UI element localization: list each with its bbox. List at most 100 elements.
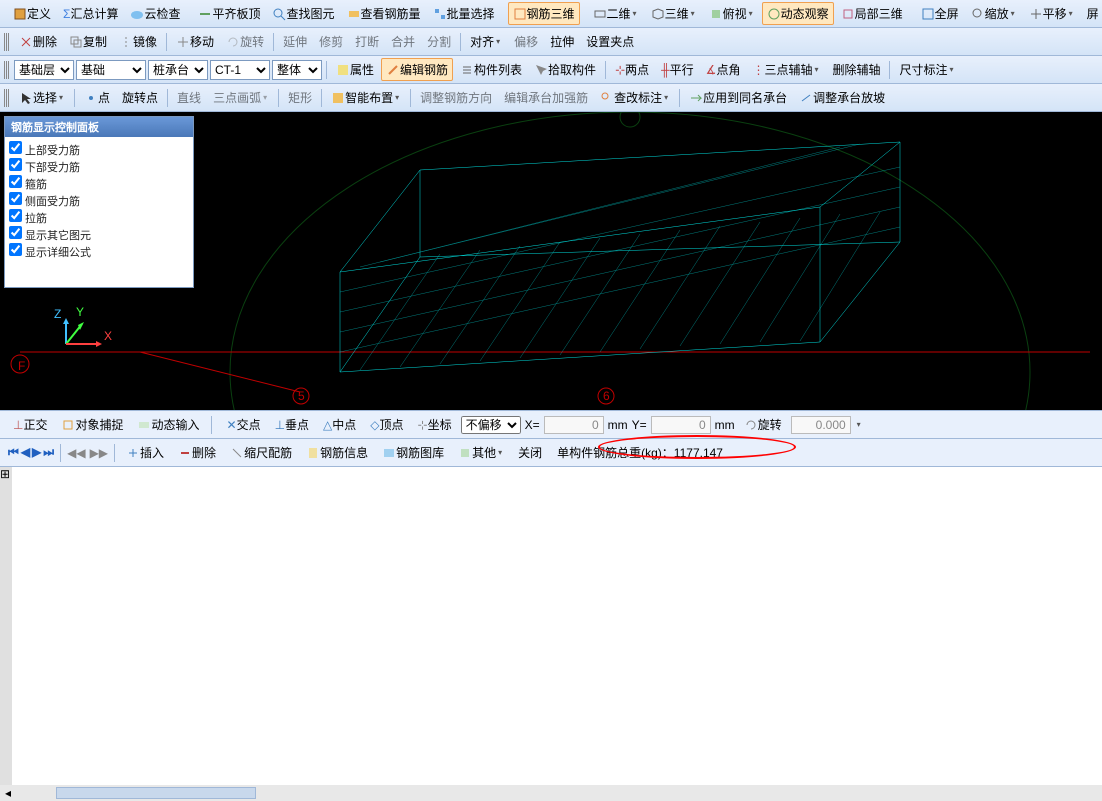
- rebar-lib-button[interactable]: 钢筋图库: [377, 441, 449, 464]
- snap-button[interactable]: 对象捕捉: [56, 413, 128, 436]
- viewport-3d[interactable]: 钢筋显示控制面板 上部受力筋下部受力筋箍筋侧面受力筋拉筋显示其它图元显示详细公式…: [0, 112, 1102, 410]
- rebar-info-button[interactable]: 钢筋信息: [301, 441, 373, 464]
- mirror-button[interactable]: 镜像: [114, 30, 162, 53]
- set-grip-button[interactable]: 设置夹点: [581, 30, 639, 53]
- pick-comp-button[interactable]: 拾取构件: [529, 58, 601, 81]
- delete-button[interactable]: 删除: [14, 30, 62, 53]
- other-button[interactable]: 其他▾: [453, 441, 509, 464]
- y-input[interactable]: 0: [651, 416, 711, 434]
- 3d-button[interactable]: 三维▾: [646, 2, 702, 25]
- expand-gutter[interactable]: ⊞: [0, 467, 12, 785]
- dropdown-arrow-icon[interactable]: ▾: [948, 63, 956, 77]
- line-button[interactable]: 直线: [172, 86, 206, 109]
- find-elem-button[interactable]: 查找图元: [267, 2, 339, 25]
- dyn-input-button[interactable]: 动态输入: [132, 413, 204, 436]
- x-input[interactable]: 0: [544, 416, 604, 434]
- scale-match-button[interactable]: 缩尺配筋: [225, 441, 297, 464]
- view-rebar-button[interactable]: 查看钢筋量: [342, 2, 426, 25]
- parallel-button[interactable]: ╫ 平行: [656, 58, 699, 81]
- whole-select[interactable]: 整体: [272, 60, 322, 80]
- last-button[interactable]: ⏭: [43, 445, 54, 460]
- mid-button[interactable]: △ 中点: [318, 413, 361, 436]
- vertex-button[interactable]: ◇ 顶点: [365, 413, 408, 436]
- sub-select[interactable]: 桩承台: [148, 60, 208, 80]
- first-button[interactable]: ⏮: [8, 445, 19, 460]
- dropdown-arrow-icon[interactable]: ▾: [855, 418, 863, 432]
- rot-pt-button[interactable]: 旋转点: [117, 86, 163, 109]
- next-button[interactable]: ▶: [32, 445, 41, 460]
- dropdown-arrow-icon[interactable]: ▾: [1067, 7, 1075, 21]
- offset-button[interactable]: 偏移: [509, 30, 543, 53]
- insert-button[interactable]: 插入: [121, 441, 169, 464]
- prev-button[interactable]: ◀: [21, 445, 30, 460]
- dropdown-arrow-icon[interactable]: ▾: [393, 91, 401, 105]
- pt-angle-button[interactable]: ∡ 点角: [701, 58, 746, 81]
- zoom-button[interactable]: 缩放▾: [966, 2, 1022, 25]
- dropdown-arrow-icon[interactable]: ▾: [747, 7, 755, 21]
- dropdown-arrow-icon[interactable]: ▾: [812, 63, 820, 77]
- dropdown-arrow-icon[interactable]: ▾: [261, 91, 269, 105]
- sum-calc-button[interactable]: Σ 汇总计算: [58, 2, 123, 25]
- props-button[interactable]: 属性: [331, 58, 379, 81]
- nav-next-set[interactable]: ▶▶: [90, 446, 108, 460]
- 2d-button[interactable]: 二维▾: [588, 2, 644, 25]
- dynamic-view-button[interactable]: 动态观察: [762, 2, 834, 25]
- rot-input[interactable]: 0.000: [791, 416, 851, 434]
- arc-button[interactable]: 三点画弧▾: [208, 86, 274, 109]
- comp-list-button[interactable]: 构件列表: [455, 58, 527, 81]
- fullscreen-button[interactable]: 全屏: [916, 2, 964, 25]
- edit-rebar-button[interactable]: 编辑钢筋: [381, 58, 453, 81]
- review-label-button[interactable]: 查改标注▾: [595, 86, 675, 109]
- smart-place-button[interactable]: 智能布置▾: [326, 86, 406, 109]
- dropdown-arrow-icon[interactable]: ▾: [631, 7, 639, 21]
- screen-button[interactable]: 屏: [1082, 2, 1102, 25]
- two-pt-button[interactable]: ⊹ 两点: [610, 58, 654, 81]
- dropdown-arrow-icon[interactable]: ▾: [496, 446, 504, 460]
- dropdown-arrow-icon[interactable]: ▾: [689, 7, 697, 21]
- rotate-label[interactable]: 旋转: [739, 413, 787, 436]
- three-pts-button[interactable]: ⋮ 三点辅轴▾: [747, 58, 825, 81]
- offset-mode-select[interactable]: 不偏移: [461, 416, 521, 434]
- trim-button[interactable]: 修剪: [314, 30, 348, 53]
- nav-prev-set[interactable]: ◀◀: [67, 446, 85, 460]
- floor-select[interactable]: 基础层: [14, 60, 74, 80]
- rect-button[interactable]: 矩形: [283, 86, 317, 109]
- cloud-check-button[interactable]: 云检查: [125, 2, 185, 25]
- rebar-3d-button[interactable]: 钢筋三维: [508, 2, 580, 25]
- adjust-dir-button[interactable]: 调整钢筋方向: [415, 86, 497, 109]
- coord-sys-button[interactable]: ⊹ 坐标: [413, 413, 457, 436]
- define-button[interactable]: 定义: [8, 2, 56, 25]
- local-3d-button[interactable]: 局部三维: [836, 2, 908, 25]
- dim-label-button[interactable]: 尺寸标注▾: [894, 58, 960, 81]
- perp-button[interactable]: ⊥ 垂点: [270, 413, 314, 436]
- rotate-button[interactable]: 旋转: [221, 30, 269, 53]
- delete-row-button[interactable]: 删除: [173, 441, 221, 464]
- dropdown-arrow-icon[interactable]: ▾: [662, 91, 670, 105]
- align-board-button[interactable]: 平齐板顶: [193, 2, 265, 25]
- merge-button[interactable]: 合并: [386, 30, 420, 53]
- edit-cap-button[interactable]: 编辑承台加强筋: [499, 86, 593, 109]
- dropdown-arrow-icon[interactable]: ▾: [494, 35, 502, 49]
- extend-button[interactable]: 延伸: [278, 30, 312, 53]
- adjust-place-button[interactable]: 调整承台放坡: [794, 86, 890, 109]
- align-button[interactable]: 对齐▾: [465, 30, 507, 53]
- ortho-button[interactable]: ⊥ 正交: [8, 413, 52, 436]
- perspective-button[interactable]: 俯视▾: [704, 2, 760, 25]
- move-button[interactable]: 移动: [171, 30, 219, 53]
- scroll-thumb[interactable]: [56, 787, 256, 799]
- pan-button[interactable]: 平移▾: [1024, 2, 1080, 25]
- del-axis-button[interactable]: 删除辅轴: [827, 58, 885, 81]
- close-button[interactable]: 关闭: [513, 441, 547, 464]
- code-select[interactable]: CT-1: [210, 60, 270, 80]
- break-button[interactable]: 打断: [350, 30, 384, 53]
- select-button[interactable]: 选择▾: [14, 86, 70, 109]
- batch-select-button[interactable]: 批量选择: [428, 2, 500, 25]
- copy-button[interactable]: 复制: [64, 30, 112, 53]
- horizontal-scrollbar[interactable]: ◂: [0, 785, 1102, 801]
- apply-same-button[interactable]: 应用到同名承台: [684, 86, 792, 109]
- dropdown-arrow-icon[interactable]: ▾: [1009, 7, 1017, 21]
- stretch-button[interactable]: 拉伸: [545, 30, 579, 53]
- cross-button[interactable]: ✕ 交点: [222, 413, 266, 436]
- category-select[interactable]: 基础: [76, 60, 146, 80]
- dropdown-arrow-icon[interactable]: ▾: [57, 91, 65, 105]
